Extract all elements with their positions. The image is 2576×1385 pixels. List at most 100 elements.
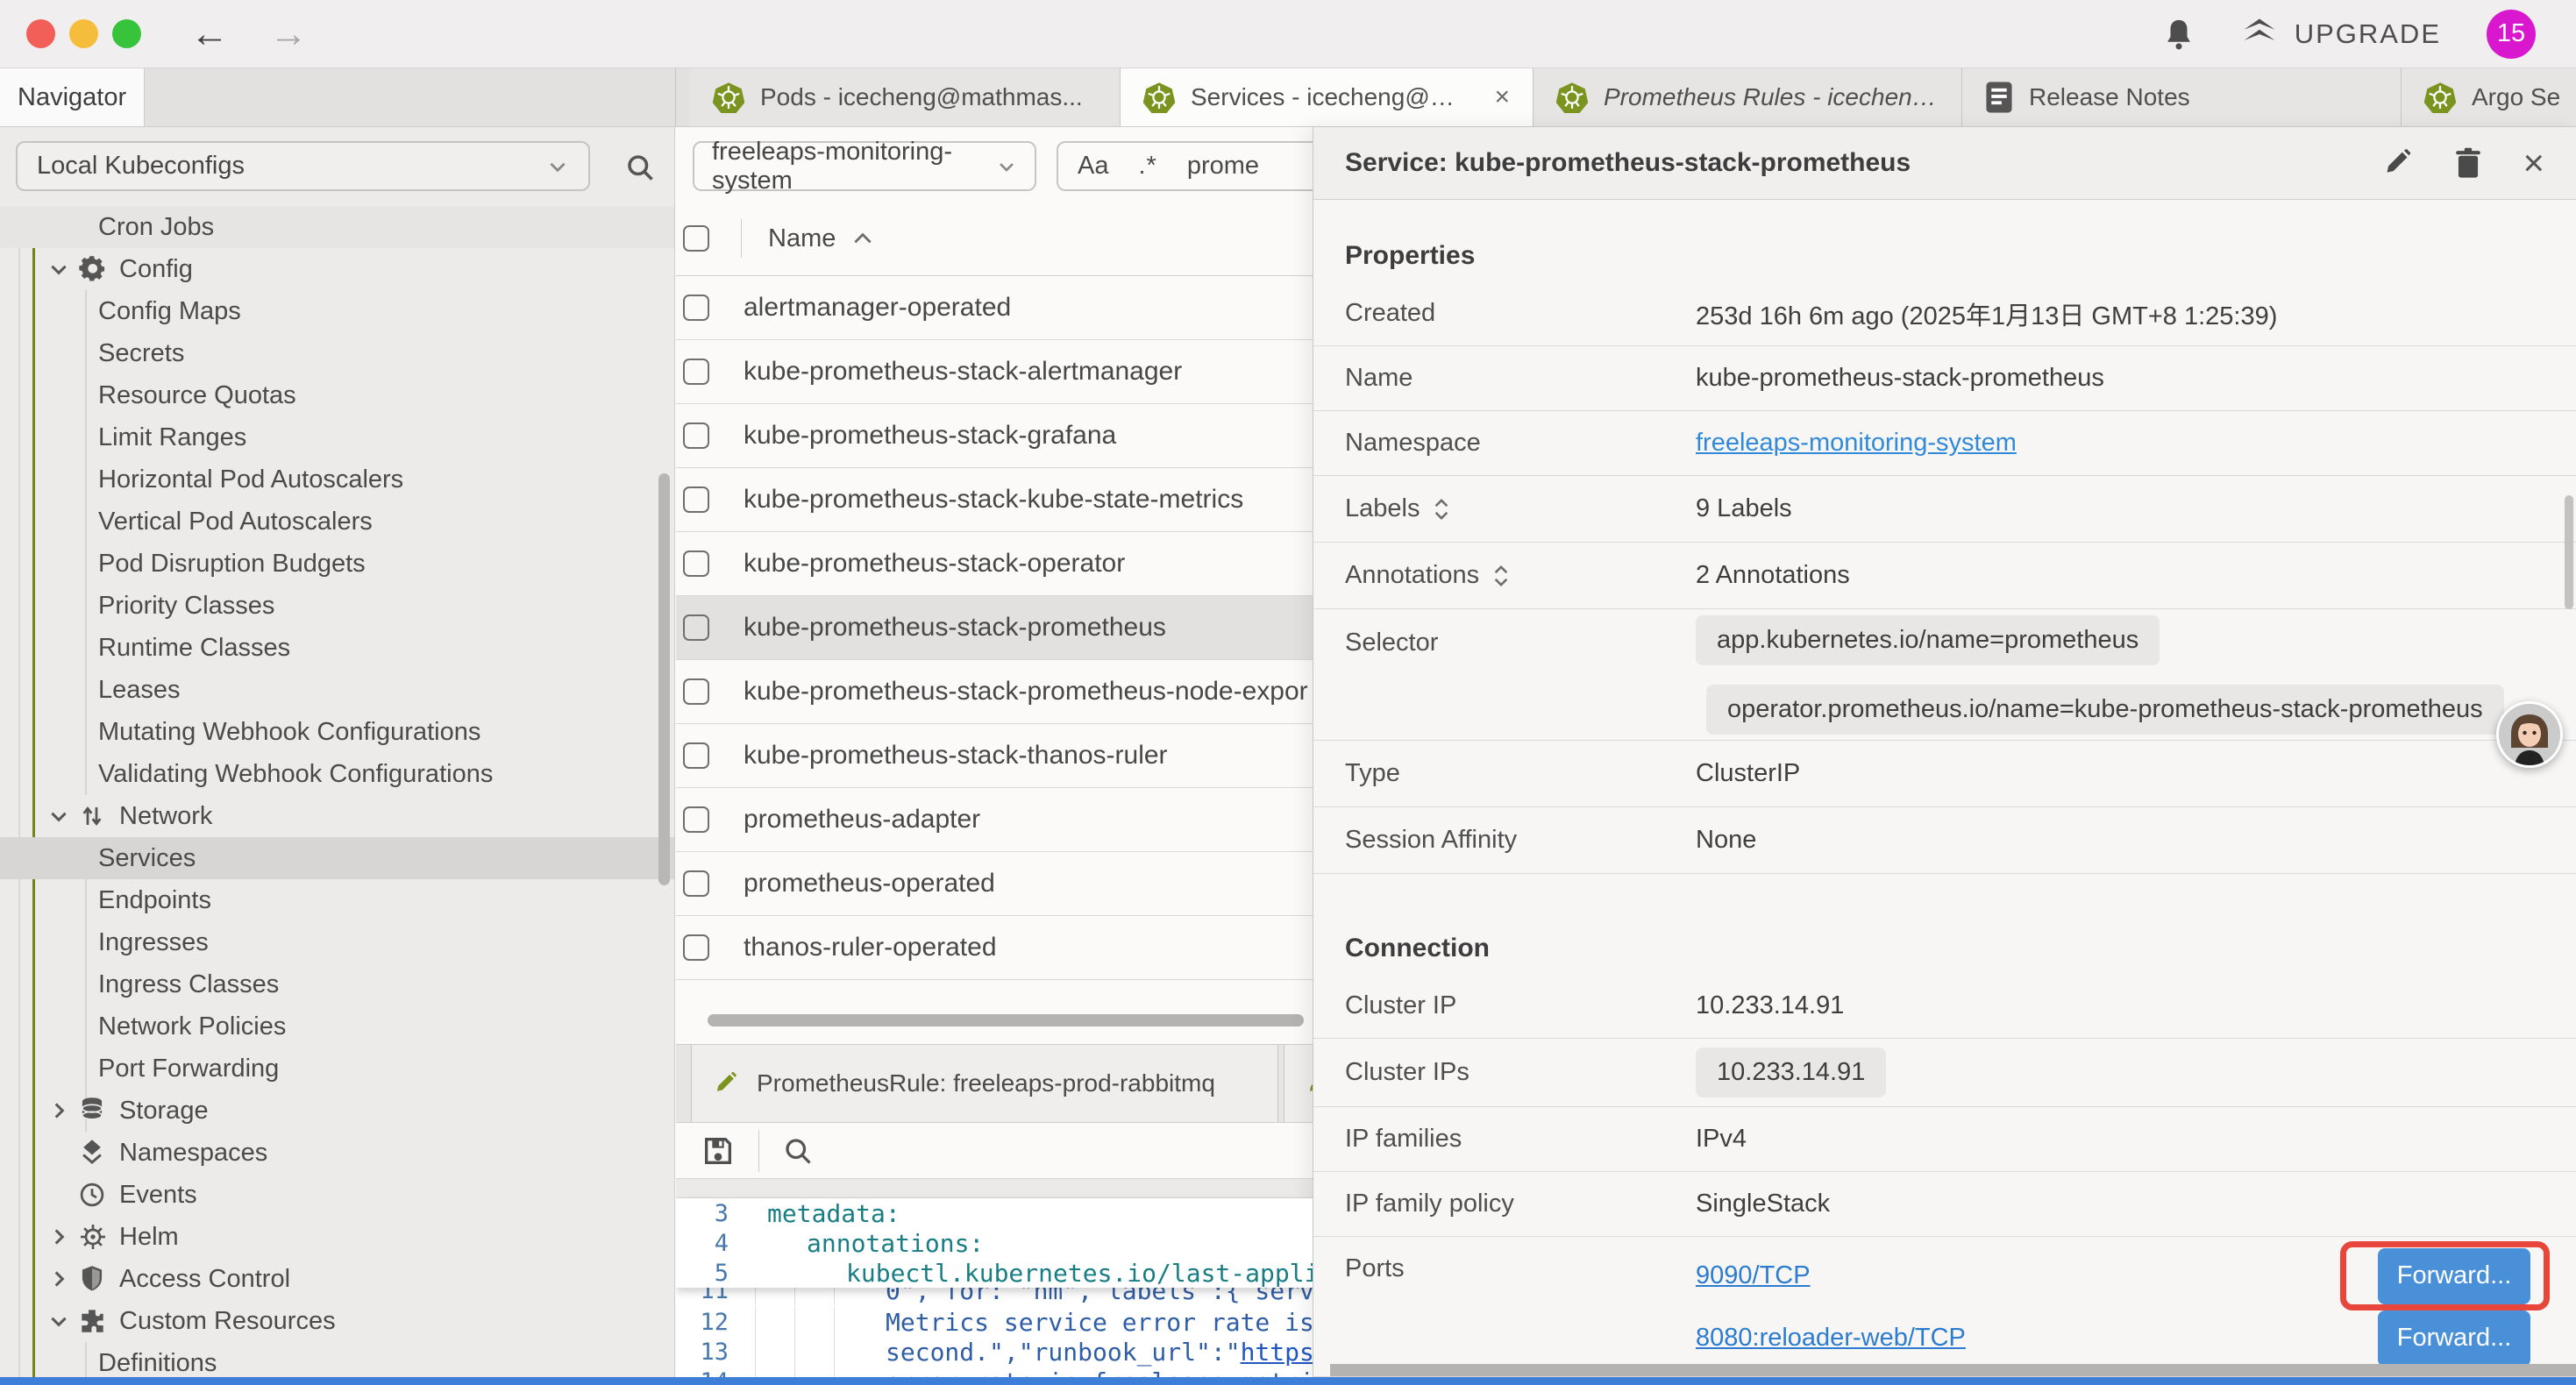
- table-row[interactable]: kube-prometheus-stack-operator: [676, 532, 1313, 596]
- sidebar-item-ingress-classes[interactable]: Ingress Classes: [0, 963, 674, 1005]
- close-tab-icon[interactable]: ×: [1494, 82, 1510, 112]
- tab-navigator[interactable]: Navigator: [0, 68, 145, 126]
- list-horizontal-scrollbar-thumb[interactable]: [708, 1014, 1304, 1026]
- close-icon[interactable]: ×: [2523, 145, 2544, 181]
- row-checkbox[interactable]: [683, 359, 709, 385]
- table-row[interactable]: kube-prometheus-stack-prometheus: [676, 596, 1313, 660]
- window-tab-2[interactable]: Prometheus Rules - icecheng...: [1534, 68, 1962, 126]
- sidebar-item-mutating-webhook-configurations[interactable]: Mutating Webhook Configurations: [0, 711, 674, 753]
- sidebar-item-namespaces[interactable]: Namespaces: [0, 1132, 674, 1174]
- row-checkbox[interactable]: [683, 678, 709, 705]
- sidebar-item-config[interactable]: Config: [0, 248, 674, 290]
- sidebar-item-services[interactable]: Services: [0, 837, 674, 879]
- chevron-right-icon[interactable]: [47, 1225, 79, 1248]
- table-row[interactable]: kube-prometheus-stack-prometheus-node-ex…: [676, 660, 1313, 724]
- delete-icon[interactable]: [2454, 147, 2482, 179]
- zoom-window-button[interactable]: [112, 19, 141, 48]
- sidebar-search-icon[interactable]: [624, 152, 656, 183]
- history-back-icon[interactable]: ←: [190, 12, 229, 56]
- chevron-down-icon[interactable]: [47, 1310, 79, 1332]
- kubeconfig-select[interactable]: Local Kubeconfigs: [16, 141, 590, 191]
- detail-scrollbar-thumb[interactable]: [2565, 495, 2573, 609]
- table-row[interactable]: prometheus-operated: [676, 852, 1313, 916]
- row-checkbox[interactable]: [683, 742, 709, 769]
- namespace-select[interactable]: freeleaps-monitoring-system: [693, 141, 1036, 191]
- sidebar-item-runtime-classes[interactable]: Runtime Classes: [0, 627, 674, 669]
- table-row[interactable]: kube-prometheus-stack-grafana: [676, 404, 1313, 468]
- row-checkbox[interactable]: [683, 295, 709, 321]
- notifications-bell-icon[interactable]: [2163, 18, 2195, 51]
- chevron-down-icon[interactable]: [47, 258, 79, 281]
- row-checkbox[interactable]: [683, 550, 709, 577]
- table-row[interactable]: kube-prometheus-stack-alertmanager: [676, 340, 1313, 404]
- window-tab-0[interactable]: Pods - icecheng@mathmas...: [690, 68, 1121, 126]
- close-window-button[interactable]: [26, 19, 55, 48]
- sidebar-item-resource-quotas[interactable]: Resource Quotas: [0, 374, 674, 416]
- regex-toggle[interactable]: .*: [1138, 152, 1156, 181]
- detail-label: Ports: [1345, 1237, 1696, 1283]
- forward-button[interactable]: Forward...: [2378, 1310, 2530, 1367]
- port-link[interactable]: 8080:reloader-web/TCP: [1696, 1324, 1966, 1353]
- sidebar-item-pod-disruption-budgets[interactable]: Pod Disruption Budgets: [0, 543, 674, 585]
- editor-tab-0[interactable]: PrometheusRule: freeleaps-prod-rabbitmq: [691, 1045, 1278, 1122]
- match-case-toggle[interactable]: Aa: [1078, 152, 1108, 181]
- sort-asc-icon[interactable]: [851, 230, 874, 247]
- window-tab-4[interactable]: Argo Se: [2402, 68, 2576, 126]
- sidebar-item-storage[interactable]: Storage: [0, 1090, 674, 1132]
- window-tab-1[interactable]: Services - icecheng@math...×: [1121, 68, 1534, 126]
- row-checkbox[interactable]: [683, 870, 709, 897]
- detail-label: IP families: [1345, 1125, 1696, 1154]
- table-row[interactable]: kube-prometheus-stack-kube-state-metrics: [676, 468, 1313, 532]
- sidebar-item-custom-resources[interactable]: Custom Resources: [0, 1300, 674, 1342]
- chevron-down-icon[interactable]: [47, 805, 79, 827]
- row-checkbox[interactable]: [683, 806, 709, 833]
- edit-icon[interactable]: [2384, 148, 2414, 178]
- row-checkbox[interactable]: [683, 487, 709, 513]
- sidebar-item-vertical-pod-autoscalers[interactable]: Vertical Pod Autoscalers: [0, 501, 674, 543]
- table-row[interactable]: thanos-ruler-operated: [676, 916, 1313, 980]
- select-all-checkbox[interactable]: [683, 225, 709, 252]
- sidebar-item-horizontal-pod-autoscalers[interactable]: Horizontal Pod Autoscalers: [0, 458, 674, 501]
- filter-search-input[interactable]: Aa .* prome: [1057, 141, 1313, 191]
- yaml-editor[interactable]: 3metadata:4annotations:5kubectl.kubernet…: [676, 1198, 1313, 1385]
- assistant-avatar[interactable]: [2496, 701, 2563, 768]
- save-icon[interactable]: [701, 1133, 736, 1168]
- sidebar-item-leases[interactable]: Leases: [0, 669, 674, 711]
- namespace-link[interactable]: freeleaps-monitoring-system: [1696, 429, 2017, 458]
- sidebar-item-validating-webhook-configurations[interactable]: Validating Webhook Configurations: [0, 753, 674, 795]
- detail-horizontal-scrollbar-thumb[interactable]: [1330, 1364, 2576, 1376]
- table-row[interactable]: kube-prometheus-stack-thanos-ruler: [676, 724, 1313, 788]
- sidebar-item-cron-jobs[interactable]: Cron Jobs: [0, 206, 674, 248]
- profile-badge[interactable]: 15: [2487, 10, 2536, 59]
- sidebar-item-ingresses[interactable]: Ingresses: [0, 921, 674, 963]
- editor-tab-1[interactable]: [1284, 1045, 1313, 1122]
- sidebar-item-port-forwarding[interactable]: Port Forwarding: [0, 1048, 674, 1090]
- sidebar-item-network-policies[interactable]: Network Policies: [0, 1005, 674, 1048]
- sidebar-item-config-maps[interactable]: Config Maps: [0, 290, 674, 332]
- sidebar-item-secrets[interactable]: Secrets: [0, 332, 674, 374]
- sidebar-item-access-control[interactable]: Access Control: [0, 1258, 674, 1300]
- sort-updown-icon[interactable]: [1432, 497, 1451, 522]
- sidebar-item-endpoints[interactable]: Endpoints: [0, 879, 674, 921]
- table-row[interactable]: prometheus-adapter: [676, 788, 1313, 852]
- sort-updown-icon[interactable]: [1491, 564, 1511, 588]
- sidebar-item-priority-classes[interactable]: Priority Classes: [0, 585, 674, 627]
- sidebar-item-events[interactable]: Events: [0, 1174, 674, 1216]
- upgrade-button[interactable]: UPGRADE: [2240, 16, 2441, 53]
- table-row[interactable]: alertmanager-operated: [676, 276, 1313, 340]
- chevron-right-icon[interactable]: [47, 1268, 79, 1290]
- sidebar-item-network[interactable]: Network: [0, 795, 674, 837]
- row-checkbox[interactable]: [683, 614, 709, 641]
- sidebar-item-helm[interactable]: Helm: [0, 1216, 674, 1258]
- sidebar-scrollbar-thumb[interactable]: [658, 473, 670, 885]
- sidebar-item-limit-ranges[interactable]: Limit Ranges: [0, 416, 674, 458]
- minimize-window-button[interactable]: [69, 19, 98, 48]
- history-forward-icon[interactable]: →: [269, 12, 308, 56]
- window-tab-3[interactable]: Release Notes: [1962, 68, 2402, 126]
- row-checkbox[interactable]: [683, 934, 709, 961]
- row-checkbox[interactable]: [683, 423, 709, 449]
- editor-search-icon[interactable]: [782, 1135, 814, 1167]
- chevron-right-icon[interactable]: [47, 1099, 79, 1122]
- port-link[interactable]: 9090/TCP: [1696, 1261, 1811, 1290]
- column-header-name[interactable]: Name: [768, 224, 836, 253]
